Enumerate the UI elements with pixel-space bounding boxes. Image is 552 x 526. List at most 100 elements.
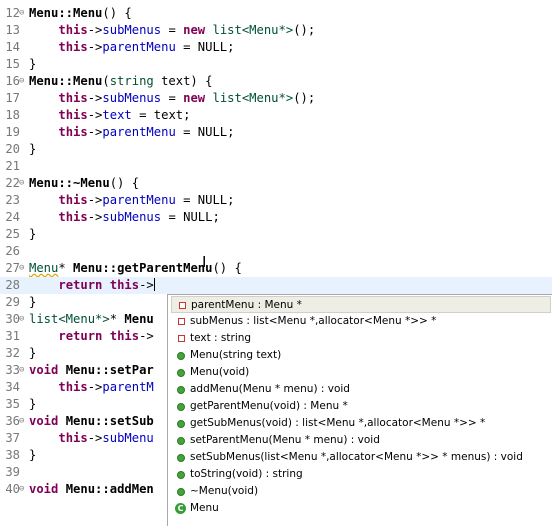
code-token: parentM [102,380,154,394]
code-token: void [29,363,59,377]
line-number: 18 [5,108,20,122]
fold-marker-icon[interactable]: ⊖ [19,73,28,90]
autocomplete-item-label: toString(void) : string [190,468,303,480]
code-text: this->subMenus = new list<Menu*>(); [29,90,315,107]
autocomplete-item[interactable]: Menu(string text) [171,347,551,364]
line-number: 34 [5,380,20,394]
line-number: 36 [5,414,20,428]
code-line[interactable]: 26 [0,243,552,260]
code-text: } [29,396,36,413]
code-line[interactable]: 14 this->parentMenu = NULL; [0,39,552,56]
code-token: return [58,278,103,292]
autocomplete-item[interactable]: toString(void) : string [171,466,551,483]
autocomplete-item[interactable]: ~Menu(void) [171,483,551,500]
autocomplete-item[interactable]: getParentMenu(void) : Menu * [171,398,551,415]
code-token: (); [293,23,316,37]
fold-marker-icon[interactable]: ⊖ [19,5,28,22]
fold-marker-icon[interactable]: ⊖ [19,413,28,430]
code-line[interactable]: 19 this->parentMenu = NULL; [0,124,552,141]
line-number: 16 [5,74,20,88]
code-token: parentMenu [102,193,176,207]
code-text: Menu::~Menu() { [29,175,139,192]
code-line[interactable]: 15} [0,56,552,73]
fold-marker-icon[interactable]: ⊖ [19,362,28,379]
code-line[interactable]: 20} [0,141,552,158]
code-text: Menu::Menu(string text) { [29,73,212,90]
code-text: this->subMenus = NULL; [29,209,220,226]
autocomplete-item[interactable]: setParentMenu(Menu * menu) : void [171,432,551,449]
code-token: } [29,227,37,241]
code-token: list<Menu*> [29,312,110,326]
code-token: this [58,380,88,394]
code-token: text [102,108,132,122]
autocomplete-item[interactable]: subMenus : list<Menu *,allocator<Menu *>… [171,313,551,330]
code-token: text) { [153,74,213,88]
code-token: Menu [124,312,154,326]
code-line[interactable]: 25} [0,226,552,243]
code-token: = [161,91,184,105]
code-line[interactable]: 24 this->subMenus = NULL; [0,209,552,226]
code-token: -> [87,210,103,224]
code-line[interactable]: 18 this->text = text; [0,107,552,124]
code-token: = NULL; [175,40,235,54]
autocomplete-item-label: Menu [190,502,219,514]
code-token: = [161,23,184,37]
fold-marker-icon[interactable]: ⊖ [19,175,28,192]
code-token: * [58,261,74,275]
line-number: 27 [5,261,20,275]
code-text: this->parentMenu = NULL; [29,39,234,56]
code-token: this [58,431,88,445]
code-token: = NULL; [161,210,220,224]
code-line[interactable]: 17 this->subMenus = new list<Menu*>(); [0,90,552,107]
code-token: Menu::getParentMenu [73,261,213,275]
autocomplete-item[interactable]: getSubMenus(void) : list<Menu *,allocato… [171,415,551,432]
autocomplete-item-selected[interactable]: parentMenu : Menu * [171,296,551,313]
autocomplete-item[interactable]: C Menu [171,500,551,517]
autocomplete-popup[interactable]: parentMenu : Menu * subMenus : list<Menu … [167,294,552,526]
code-token: } [29,448,37,462]
code-token: = text; [131,108,191,122]
fold-marker-icon[interactable]: ⊖ [19,481,28,498]
code-token: subMenus [102,91,162,105]
line-number: 31 [5,329,20,343]
line-number: 28 [5,278,20,292]
code-token: -> [87,23,103,37]
code-line[interactable]: 12 ⊖ Menu::Menu() { [0,5,552,22]
code-line[interactable]: 22 ⊖ Menu::~Menu() { [0,175,552,192]
line-number: 38 [5,448,20,462]
code-token: -> [87,380,103,394]
code-token: this [109,329,140,343]
code-token: } [29,295,37,309]
code-token: Menu [29,261,59,275]
autocomplete-item-label: setParentMenu(Menu * menu) : void [190,434,380,446]
code-line[interactable]: 27 ⊖ Menu* Menu::getParentMenu() { [0,260,552,277]
code-text: this->subMenus = new list<Menu*>(); [29,22,315,39]
autocomplete-item[interactable]: addMenu(Menu * menu) : void [171,381,551,398]
line-number: 17 [5,91,20,105]
code-line[interactable]: 13 this->subMenus = new list<Menu*>(); [0,22,552,39]
autocomplete-item[interactable]: Menu(void) [171,364,551,381]
fold-marker-icon[interactable]: ⊖ [19,311,28,328]
code-line[interactable]: 16 ⊖ Menu::Menu(string text) { [0,73,552,90]
code-line[interactable]: 23 this->parentMenu = NULL; [0,192,552,209]
code-token: -> [87,193,103,207]
current-code-line[interactable]: 28 return this-> [0,277,552,294]
code-text: void Menu::setSub [29,413,154,430]
method-icon [177,420,185,428]
code-token: list<Menu*> [212,23,294,37]
code-token: () { [212,261,242,275]
autocomplete-item[interactable]: text : string [171,330,551,347]
code-token: (); [293,91,316,105]
fold-marker-icon[interactable]: ⊖ [19,260,28,277]
code-token: = NULL; [175,125,235,139]
code-line[interactable]: 21 [0,158,552,175]
code-token: -> [87,125,103,139]
code-token: new [183,91,206,105]
autocomplete-item[interactable]: setSubMenus(list<Menu *,allocator<Menu *… [171,449,551,466]
code-text: Menu* Menu::getParentMenu() { [29,260,242,277]
code-text: this->parentMenu = NULL; [29,124,234,141]
code-token: this [58,193,88,207]
